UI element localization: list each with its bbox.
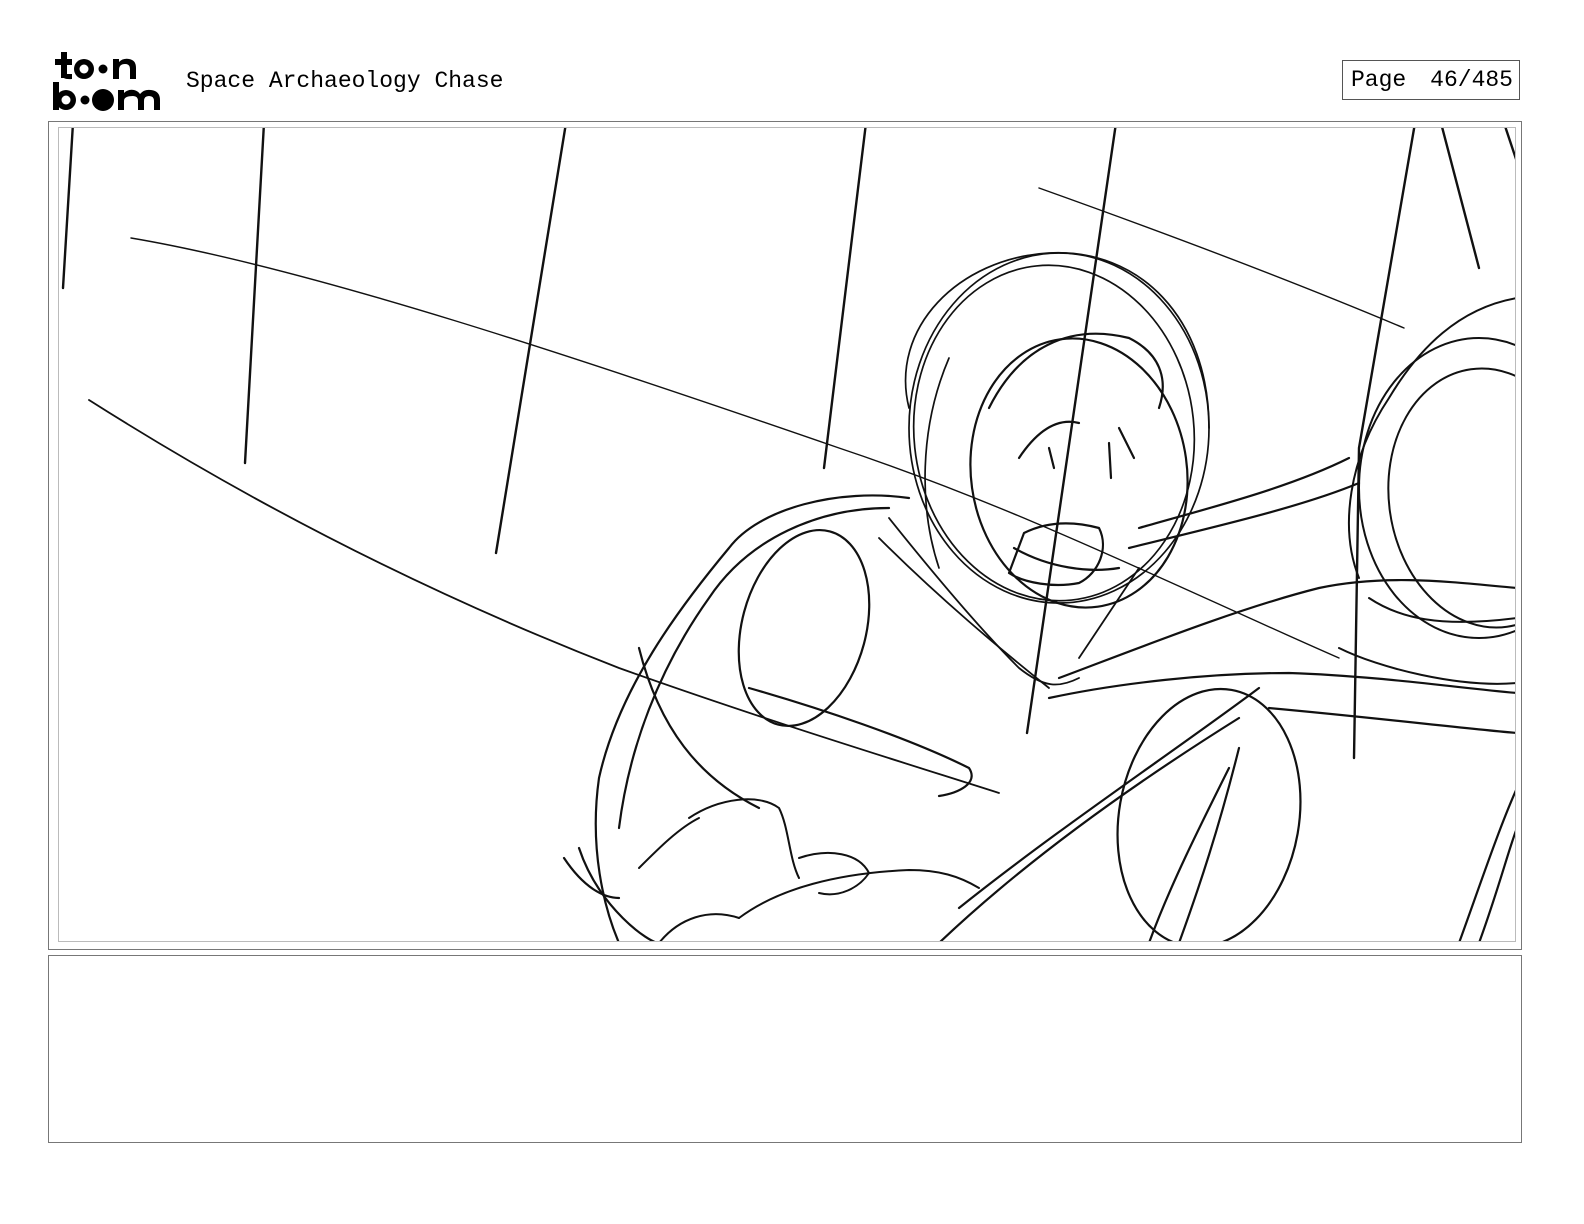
document-title: Space Archaeology Chase — [186, 68, 504, 94]
toon-boom-logo — [53, 52, 160, 111]
storyboard-sketch-icon — [61, 128, 1515, 941]
page-indicator: Page 46/485 — [1342, 60, 1520, 100]
page-header: Space Archaeology Chase Page 46/485 — [0, 0, 1584, 120]
page-label: Page — [1351, 67, 1407, 93]
panel-notes-box — [48, 955, 1522, 1143]
page-number: 46/485 — [1430, 67, 1513, 93]
storyboard-panel — [58, 127, 1516, 942]
